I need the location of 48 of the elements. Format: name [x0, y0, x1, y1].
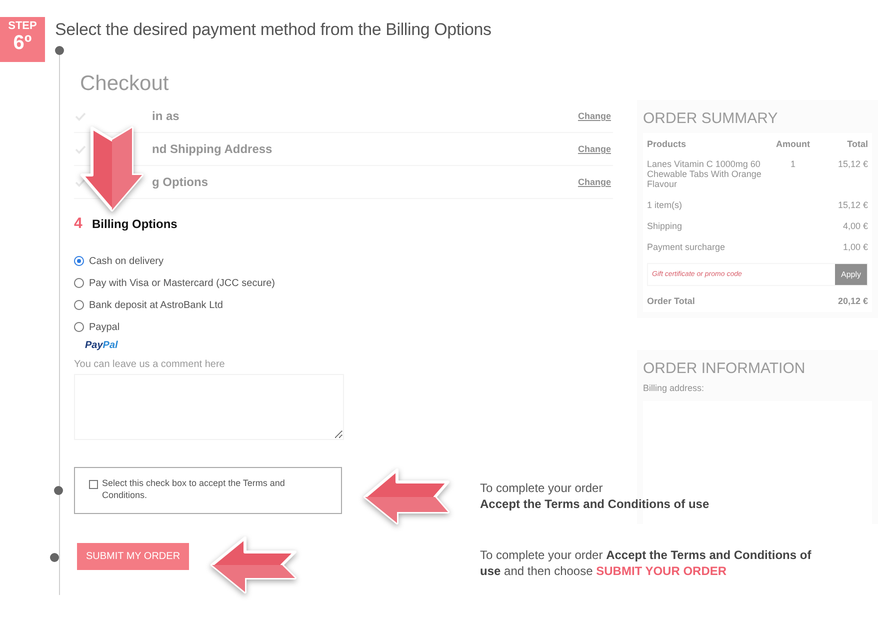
- instruction-text: To complete your order Accept the Terms and Conditions of use: [480, 480, 710, 512]
- option-label: Paypal: [89, 322, 120, 332]
- timeline-dot: [50, 553, 59, 562]
- step-number: 6º: [13, 33, 32, 53]
- terms-label: Select this check box to accept the Terms and Conditions.: [102, 477, 286, 501]
- apply-button[interactable]: Apply: [834, 264, 867, 285]
- step-title: nd Shipping Address: [152, 142, 272, 156]
- product-name: Lanes Vitamin C 1000mg 60 Chewable Tabs With Orange Flavour: [647, 159, 762, 189]
- option-label: Cash on delivery: [89, 256, 164, 266]
- timeline-dot: [55, 46, 64, 55]
- step-title: Billing Options: [92, 217, 178, 231]
- comment-label: You can leave us a comment here: [74, 359, 226, 370]
- total-label: Payment surcharge: [647, 242, 726, 252]
- column-header: Amount: [775, 139, 811, 149]
- total-label: 1 item(s): [647, 200, 684, 210]
- total-value: 1,00 €: [842, 242, 868, 252]
- total-label: Order Total: [647, 296, 696, 306]
- option-label: Pay with Visa or Mastercard (JCC secure): [89, 278, 275, 288]
- price-cell-text: 15,12 €: [836, 159, 868, 171]
- column-header: Products: [647, 139, 688, 149]
- radio-button[interactable]: [74, 322, 84, 332]
- comment-field[interactable]: [74, 374, 344, 440]
- checkout-title: Checkout: [80, 72, 170, 97]
- option-label: Bank deposit at AstroBank Ltd: [89, 300, 223, 310]
- column-header: Total: [846, 139, 868, 149]
- step-label: STEP: [8, 21, 37, 32]
- change-link[interactable]: Change: [578, 177, 611, 187]
- paypal-logo: PayPal: [85, 340, 118, 351]
- step-number: 4: [74, 215, 84, 232]
- total-value: 4,00 €: [842, 221, 868, 231]
- panel-title: ORDER INFORMATION: [643, 359, 806, 379]
- total-value: 15,12 €: [836, 200, 868, 210]
- panel-title: ORDER SUMMARY: [643, 109, 779, 129]
- instruction-heading: Select the desired payment method from the Billing Options: [55, 20, 492, 40]
- change-link[interactable]: Change: [578, 144, 611, 154]
- submit-button[interactable]: SUBMIT MY ORDER: [77, 543, 189, 570]
- change-link[interactable]: Change: [578, 111, 611, 121]
- billing-label: Billing address:: [643, 383, 706, 393]
- checkbox[interactable]: [89, 480, 98, 489]
- amount-cell-text: 1: [789, 159, 796, 171]
- step-title: g Options: [152, 175, 208, 189]
- timeline-dot: [54, 486, 63, 495]
- radio-button[interactable]: [74, 256, 84, 266]
- radio-button[interactable]: [74, 300, 84, 310]
- radio-button[interactable]: [74, 278, 84, 288]
- step-title: in as: [152, 109, 180, 123]
- total-label: Shipping: [647, 221, 684, 231]
- total-value: 20,12 €: [836, 296, 868, 306]
